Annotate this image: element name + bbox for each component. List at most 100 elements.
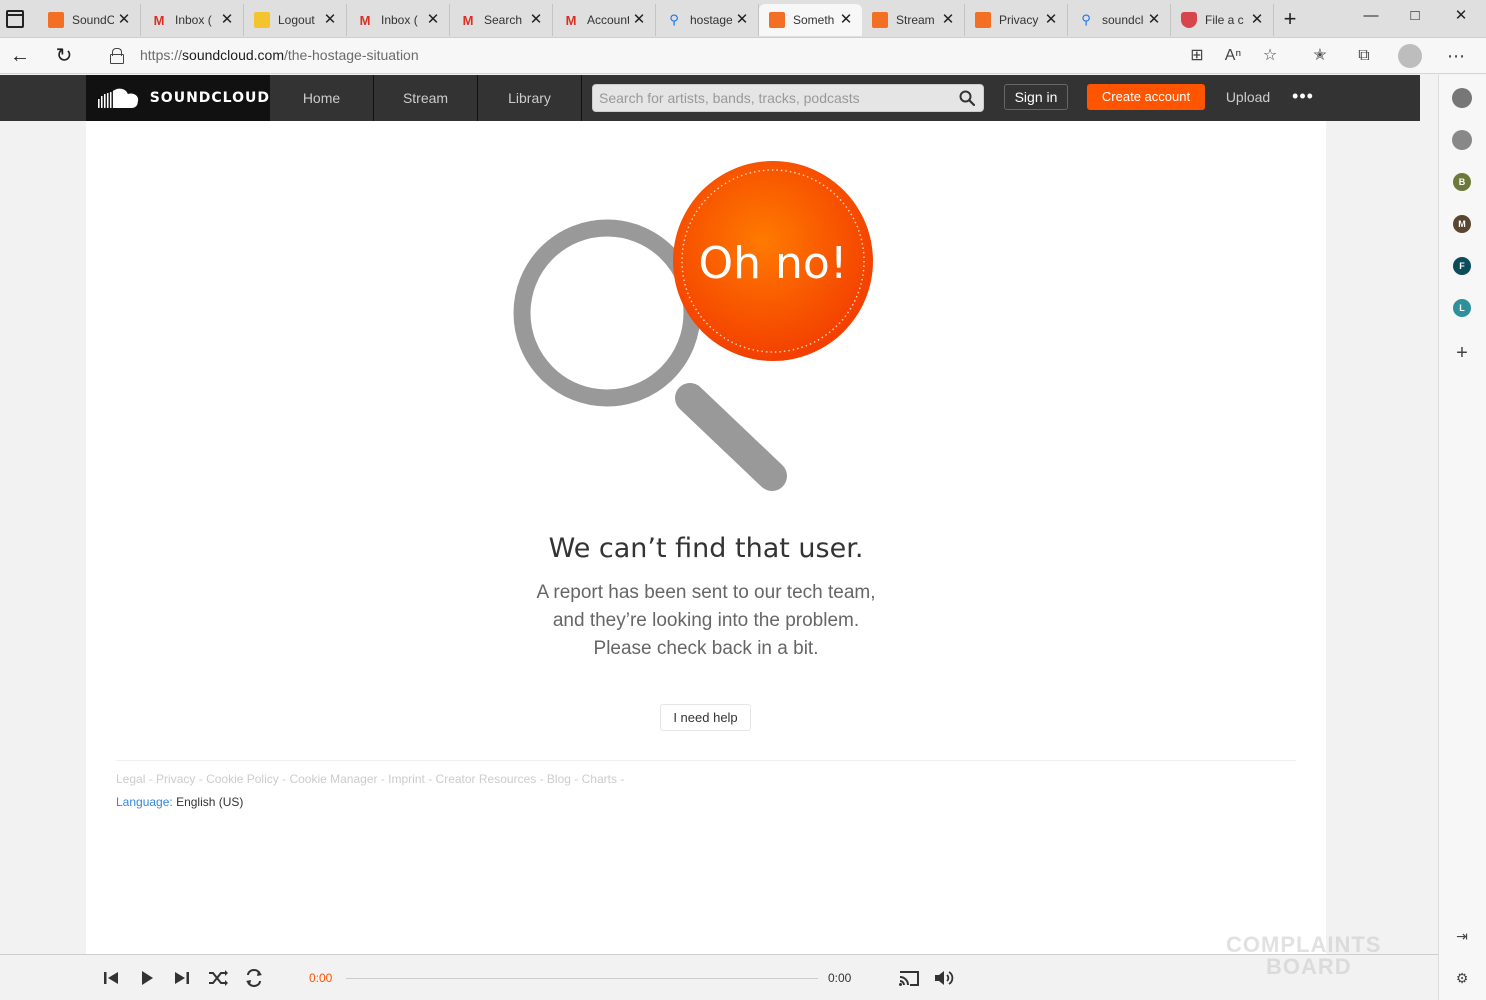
browser-toolbar: ← ↻ https://soundcloud.com/the-hostage-s…	[0, 38, 1486, 74]
tab-close-icon[interactable]: ✕	[116, 12, 132, 28]
browser-tab[interactable]: M Search ✕	[450, 4, 553, 36]
browser-tab[interactable]: Logout ✕	[244, 4, 347, 36]
need-help-button[interactable]: I need help	[660, 704, 751, 731]
play-icon[interactable]	[136, 967, 158, 989]
tab-label: Inbox (	[381, 13, 418, 27]
sidebar-settings-icon[interactable]: ⚙	[1452, 968, 1472, 988]
tab-label: Inbox (	[175, 13, 212, 27]
tab-label: Stream	[896, 13, 935, 27]
browser-tab[interactable]: File a c ✕	[1171, 4, 1274, 36]
gmail-icon: M	[565, 12, 577, 28]
sign-in-button[interactable]: Sign in	[1004, 84, 1068, 110]
browser-tab[interactable]: M Account ✕	[553, 4, 656, 36]
footer-link[interactable]: Cookie Manager	[289, 772, 377, 786]
footer-link[interactable]: Cookie Policy	[206, 772, 279, 786]
tab-close-icon[interactable]: ✕	[1043, 12, 1059, 28]
collections-icon[interactable]: ⧉	[1352, 44, 1376, 68]
maximize-icon[interactable]: □	[1392, 0, 1438, 32]
tab-close-icon[interactable]: ✕	[838, 12, 854, 28]
refresh-icon[interactable]: ↻	[50, 42, 78, 70]
tab-label: Something	[793, 13, 835, 27]
tab-list: SoundCloud✕MInbox (✕Logout✕MInbox (✕MSea…	[38, 4, 1274, 36]
footer-link[interactable]: Privacy	[156, 772, 195, 786]
tab-close-icon[interactable]: ✕	[940, 12, 956, 28]
url-host: soundcloud.com	[182, 47, 284, 63]
oh-no-badge: Oh no!	[673, 161, 873, 361]
footer-link[interactable]: Legal	[116, 772, 145, 786]
browser-tab[interactable]: ⚲ hostage ✕	[656, 4, 759, 36]
footer-link[interactable]: Imprint	[388, 772, 425, 786]
sidebar-app-icon[interactable]	[1452, 88, 1472, 108]
previous-icon[interactable]	[100, 967, 122, 989]
close-window-icon[interactable]: ✕	[1438, 0, 1484, 32]
url-scheme: https://	[140, 47, 183, 63]
hide-sidebar-icon[interactable]: ⇥	[1452, 926, 1472, 946]
footer-link[interactable]: Blog	[547, 772, 571, 786]
tab-label: File a c	[1205, 13, 1244, 27]
tab-close-icon[interactable]: ✕	[219, 12, 235, 28]
lock-icon[interactable]	[110, 48, 124, 64]
progress-bar[interactable]	[346, 978, 818, 979]
browser-tab[interactable]: Something✕	[759, 4, 862, 36]
search-icon: ⚲	[1081, 12, 1091, 27]
soundcloud-wordmark: SOUNDCLOUD	[149, 90, 270, 106]
language-label[interactable]: Language:	[116, 795, 173, 809]
new-tab-button[interactable]: +	[1278, 6, 1302, 32]
tab-close-icon[interactable]: ✕	[1249, 12, 1265, 28]
app-available-icon[interactable]: ⊞	[1185, 44, 1209, 68]
minimize-icon[interactable]: —	[1348, 0, 1394, 32]
browser-tab[interactable]: Privacy ✕	[965, 4, 1068, 36]
tab-close-icon[interactable]: ✕	[322, 12, 338, 28]
upload-link[interactable]: Upload	[1216, 84, 1280, 110]
next-icon[interactable]	[171, 967, 193, 989]
address-bar[interactable]: https://soundcloud.com/the-hostage-situa…	[140, 47, 419, 63]
browser-tab[interactable]: ⚲ soundcloud✕	[1068, 4, 1171, 36]
read-aloud-icon[interactable]: Aⁿ	[1221, 44, 1245, 68]
back-icon[interactable]: ←	[6, 42, 34, 70]
browser-tab[interactable]: SoundCloud✕	[38, 4, 141, 36]
sidebar-app-l-icon[interactable]: L	[1453, 299, 1471, 317]
sidebar-app-b-icon[interactable]: B	[1453, 173, 1471, 191]
logout-icon	[254, 12, 270, 28]
search-input[interactable]	[593, 85, 953, 111]
search-icon[interactable]	[959, 90, 975, 106]
error-illustration: Oh no!	[513, 161, 873, 491]
favorites-icon[interactable]: ✭	[1308, 44, 1332, 68]
nav-library[interactable]: Library	[478, 75, 582, 121]
footer-links: Legal - Privacy - Cookie Policy - Cookie…	[116, 772, 628, 786]
shuffle-icon[interactable]	[207, 967, 229, 989]
repeat-icon[interactable]	[243, 967, 265, 989]
player-bar: 0:00 0:00	[0, 954, 1438, 1000]
language-value[interactable]: English (US)	[176, 795, 243, 809]
more-menu-icon[interactable]: •••	[1290, 87, 1316, 106]
soundcloud-icon	[48, 12, 64, 28]
footer-divider	[116, 760, 1296, 761]
browser-tab[interactable]: Stream ✕	[862, 4, 965, 36]
create-account-button[interactable]: Create account	[1087, 84, 1205, 110]
tab-label: hostage	[690, 13, 732, 27]
browser-tab[interactable]: M Inbox (✕	[347, 4, 450, 36]
tab-close-icon[interactable]: ✕	[425, 12, 441, 28]
watermark-line-2: BOARD	[1266, 954, 1352, 979]
nav-home[interactable]: Home	[270, 75, 374, 121]
footer-link[interactable]: Creator Resources	[436, 772, 537, 786]
tab-close-icon[interactable]: ✕	[734, 12, 750, 28]
sidebar-app-m-icon[interactable]: M	[1453, 215, 1471, 233]
footer-link[interactable]: Charts	[582, 772, 617, 786]
nav-stream[interactable]: Stream	[374, 75, 478, 121]
add-favorite-icon[interactable]: ☆	[1258, 44, 1282, 68]
tab-close-icon[interactable]: ✕	[528, 12, 544, 28]
sidebar-app-f-icon[interactable]: F	[1453, 257, 1471, 275]
browser-tab-strip: SoundCloud✕MInbox (✕Logout✕MInbox (✕MSea…	[0, 0, 1486, 38]
tab-close-icon[interactable]: ✕	[1146, 12, 1162, 28]
browser-tab[interactable]: M Inbox (✕	[141, 4, 244, 36]
add-sidebar-app-icon[interactable]: +	[1452, 343, 1472, 363]
soundcloud-logo[interactable]: SOUNDCLOUD	[86, 75, 270, 121]
tab-actions-icon[interactable]	[6, 10, 24, 28]
settings-more-icon[interactable]: ⋯	[1444, 44, 1468, 68]
cast-icon[interactable]	[898, 967, 920, 989]
volume-icon[interactable]	[932, 967, 954, 989]
profile-avatar[interactable]	[1398, 44, 1422, 68]
sidebar-app-icon[interactable]	[1452, 130, 1472, 150]
tab-close-icon[interactable]: ✕	[631, 12, 647, 28]
